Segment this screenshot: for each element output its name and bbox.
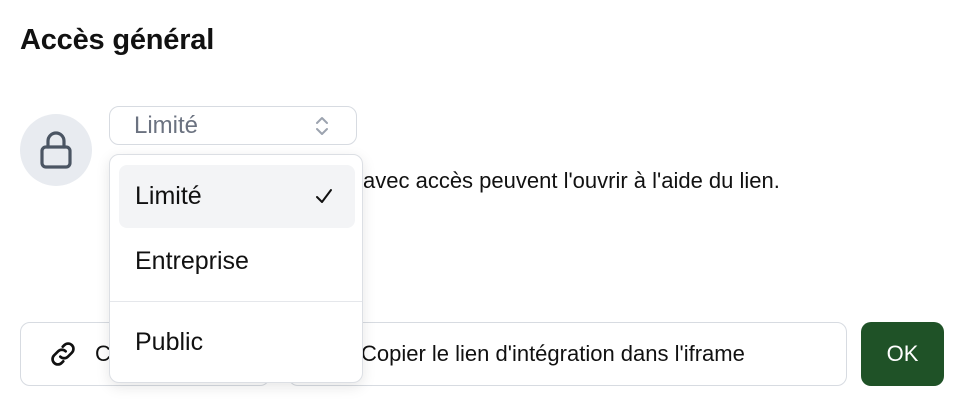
section-title: Accès général bbox=[20, 24, 215, 56]
option-label: Entreprise bbox=[135, 247, 249, 275]
chevron-up-down-icon bbox=[316, 117, 328, 135]
ok-button[interactable]: OK bbox=[861, 322, 944, 386]
access-description-text: avec accès peuvent l'ouvrir à l'aide du … bbox=[363, 168, 780, 193]
access-avatar bbox=[20, 114, 92, 186]
link-icon bbox=[51, 342, 75, 366]
copy-embed-link-button[interactable]: Copier le lien d'intégration dans l'ifra… bbox=[288, 322, 847, 386]
access-level-dropdown: Limité Entreprise Public bbox=[109, 154, 363, 383]
access-level-select[interactable]: Limité bbox=[109, 106, 357, 145]
option-entreprise[interactable]: Entreprise bbox=[119, 230, 355, 293]
general-access-panel: Accès général Limité avec accès peuvent … bbox=[0, 0, 968, 416]
checkmark-icon bbox=[316, 189, 332, 203]
copy-embed-label: Copier le lien d'intégration dans l'ifra… bbox=[361, 341, 745, 366]
option-label: Limité bbox=[135, 182, 202, 210]
lock-icon bbox=[40, 131, 72, 169]
option-limite[interactable]: Limité bbox=[119, 165, 355, 228]
option-label: Public bbox=[135, 328, 204, 356]
dropdown-divider bbox=[110, 301, 362, 302]
access-level-value: Limité bbox=[134, 111, 199, 139]
option-public[interactable]: Public bbox=[119, 311, 355, 374]
